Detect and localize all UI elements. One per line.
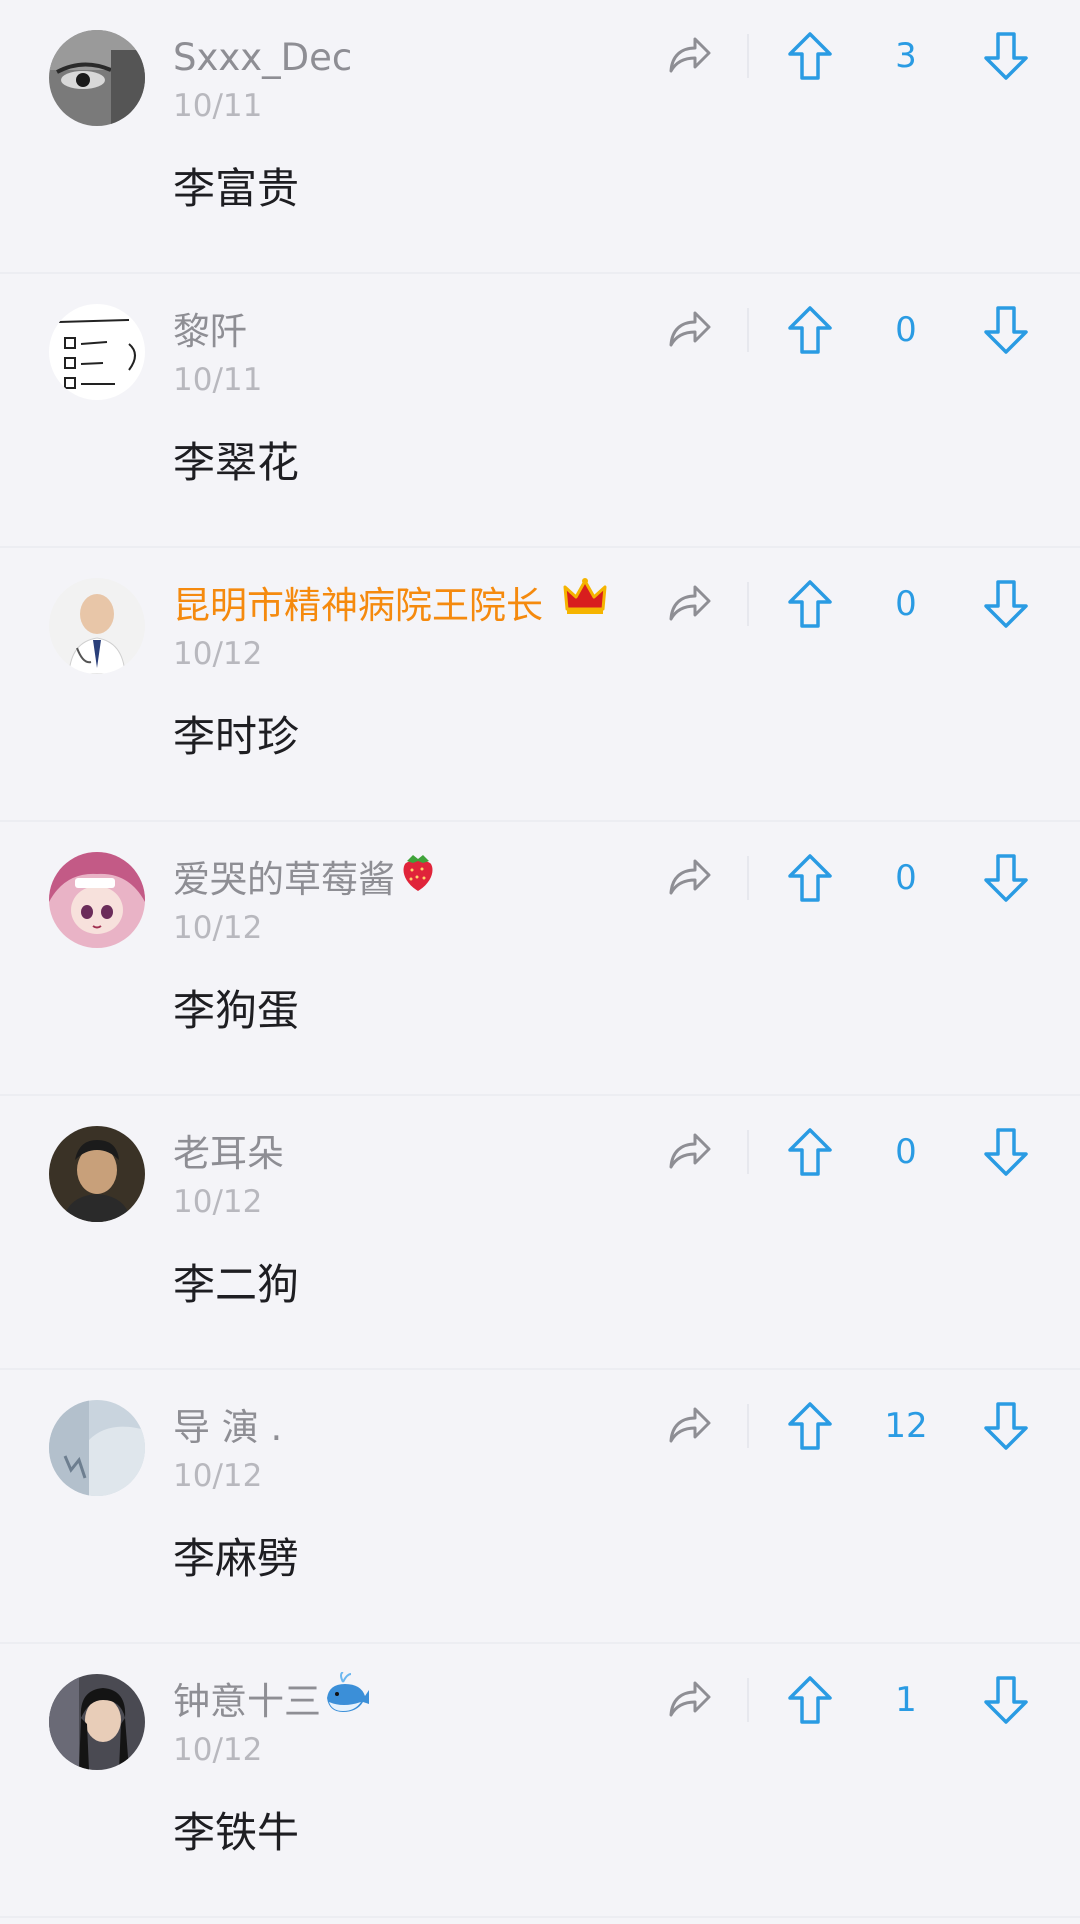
vote-count: 0 (895, 1132, 917, 1172)
post-date: 10/12 (173, 910, 263, 946)
divider (747, 308, 749, 352)
comment-item: Sxxx_Dec 10/11 李富贵 3 (0, 0, 1080, 274)
user-name[interactable]: Sxxx_Dec (173, 30, 352, 86)
user-avatar[interactable] (49, 30, 145, 126)
user-avatar[interactable] (49, 1400, 145, 1496)
comment-list: Sxxx_Dec 10/11 李富贵 3 黎阡 10/11 李翠花 0 昆明市精… (0, 0, 1080, 1924)
user-avatar[interactable] (49, 578, 145, 674)
arrow-down-icon[interactable] (982, 1126, 1030, 1178)
user-avatar[interactable] (49, 1126, 145, 1222)
vote-count: 0 (895, 858, 917, 898)
user-name[interactable]: 导 演 . (173, 1400, 282, 1456)
share-arrow-icon[interactable] (664, 1400, 714, 1450)
post-date: 10/12 (173, 1184, 263, 1220)
arrow-up-icon[interactable] (786, 304, 834, 356)
divider (747, 1130, 749, 1174)
comment-text: 李铁牛 (173, 1808, 300, 1857)
post-date: 10/11 (173, 362, 263, 398)
arrow-up-icon[interactable] (786, 1674, 834, 1726)
user-name[interactable]: 黎阡 (173, 304, 247, 360)
comment-item: 导 演 . 10/12 李麻劈 12 (0, 1370, 1080, 1644)
divider (747, 856, 749, 900)
arrow-down-icon[interactable] (982, 304, 1030, 356)
arrow-down-icon[interactable] (982, 30, 1030, 82)
share-arrow-icon[interactable] (664, 30, 714, 80)
user-avatar[interactable] (49, 1674, 145, 1770)
user-name[interactable]: 爱哭的草莓酱 (173, 852, 439, 909)
divider (747, 34, 749, 78)
share-arrow-icon[interactable] (664, 578, 714, 628)
vote-count: 0 (895, 584, 917, 624)
arrow-up-icon[interactable] (786, 852, 834, 904)
vote-count: 0 (895, 310, 917, 350)
vote-count: 12 (884, 1406, 928, 1446)
arrow-down-icon[interactable] (982, 1674, 1030, 1726)
comment-text: 李麻劈 (173, 1534, 300, 1583)
divider (747, 1404, 749, 1448)
post-date: 10/12 (173, 1732, 263, 1768)
post-date: 10/12 (173, 1458, 263, 1494)
divider (747, 1678, 749, 1722)
user-avatar[interactable] (49, 852, 145, 948)
arrow-up-icon[interactable] (786, 1400, 834, 1452)
comment-item: 老耳朵 10/12 李二狗 0 (0, 1096, 1080, 1370)
user-name[interactable]: 钟意十三 (173, 1670, 371, 1730)
comment-text: 李翠花 (173, 438, 300, 487)
whale-emoji (323, 1670, 371, 1730)
vote-count: 1 (895, 1680, 917, 1720)
comment-item: 爱哭的草莓酱 10/12 李狗蛋 0 (0, 822, 1080, 1096)
arrow-down-icon[interactable] (982, 578, 1030, 630)
arrow-down-icon[interactable] (982, 852, 1030, 904)
arrow-up-icon[interactable] (786, 578, 834, 630)
share-arrow-icon[interactable] (664, 852, 714, 902)
arrow-up-icon[interactable] (786, 30, 834, 82)
comment-text: 李时珍 (173, 712, 300, 761)
comment-item: 黎阡 10/11 李翠花 0 (0, 274, 1080, 548)
share-arrow-icon[interactable] (664, 304, 714, 354)
arrow-down-icon[interactable] (982, 1400, 1030, 1452)
share-arrow-icon[interactable] (664, 1674, 714, 1724)
user-avatar[interactable] (49, 304, 145, 400)
user-name[interactable]: 昆明市精神病院王院长 (173, 577, 607, 634)
arrow-up-icon[interactable] (786, 1126, 834, 1178)
comment-item: 钟意十三 10/12 李铁牛 1 (0, 1644, 1080, 1918)
post-date: 10/11 (173, 88, 263, 124)
vote-count: 3 (895, 36, 917, 76)
post-date: 10/12 (173, 636, 263, 672)
comment-item: 昆明市精神病院王院长 10/12 李时珍 0 (0, 548, 1080, 822)
share-arrow-icon[interactable] (664, 1126, 714, 1176)
user-name[interactable]: 老耳朵 (173, 1126, 284, 1182)
comment-text: 李富贵 (173, 164, 300, 213)
divider (747, 582, 749, 626)
comment-text: 李二狗 (173, 1260, 300, 1309)
crown-emoji (563, 577, 607, 633)
comment-text: 李狗蛋 (173, 986, 300, 1035)
strawberry-emoji (397, 849, 439, 909)
